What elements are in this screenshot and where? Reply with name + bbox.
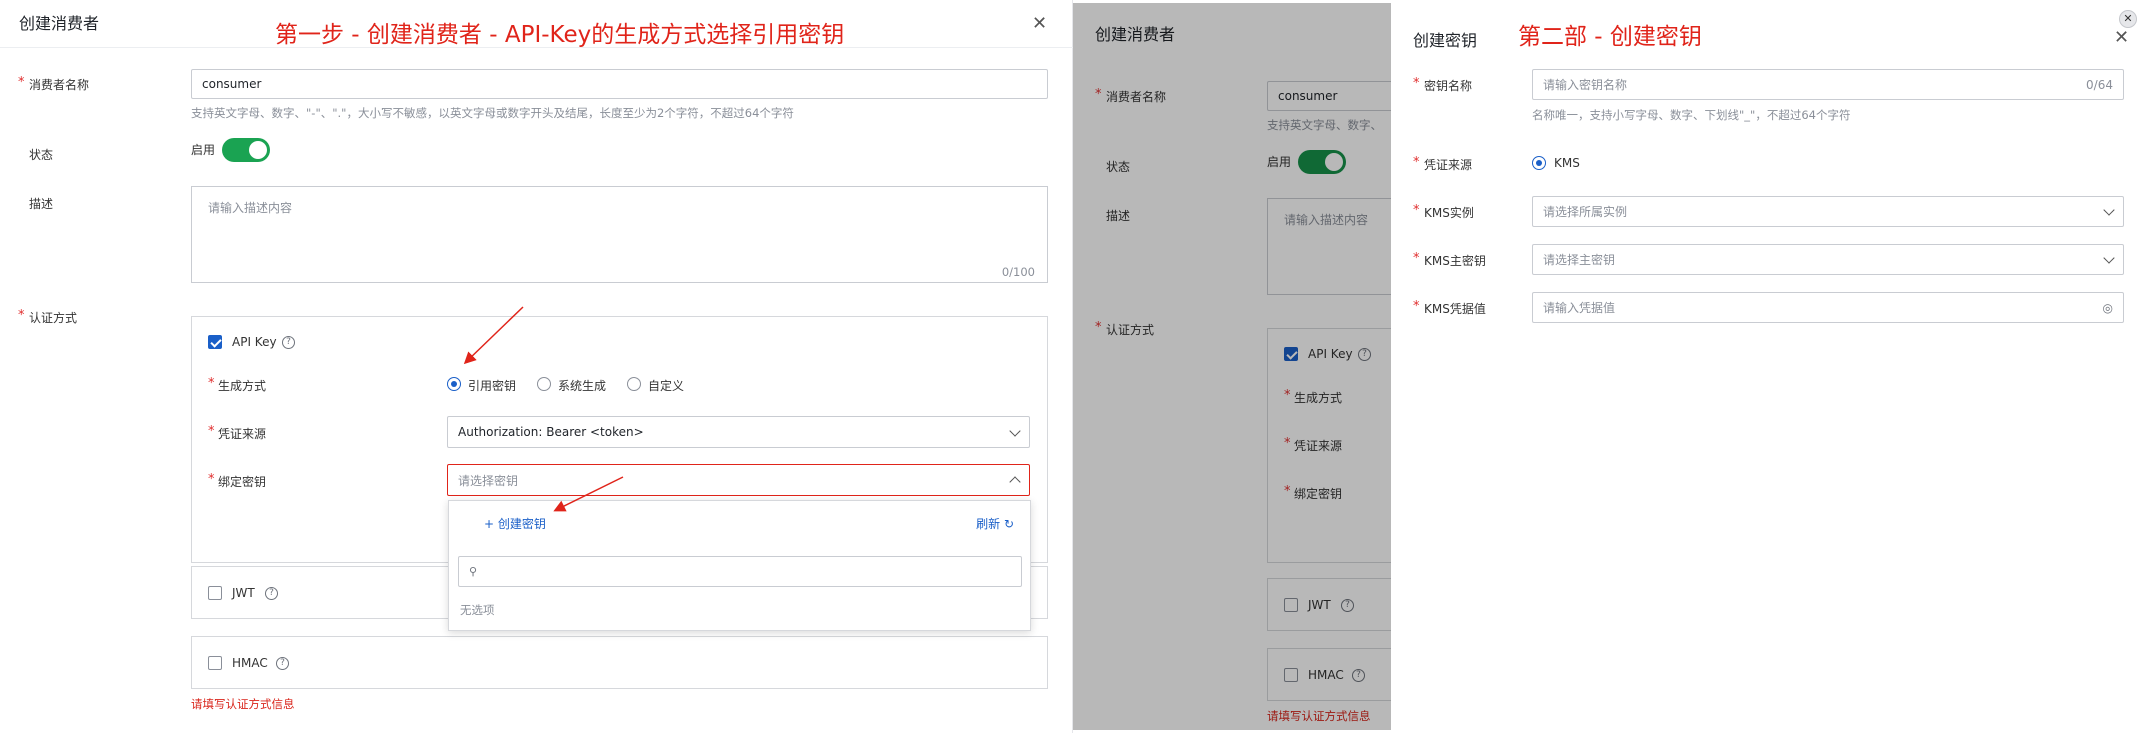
required-mark: *: [1413, 76, 1420, 91]
key-name-hint: 名称唯一，支持小写字母、数字、下划线"_"，不超过64个字符: [1532, 108, 1851, 122]
kms-instance-label: KMS实例: [1424, 206, 1474, 220]
kms-master-key-select[interactable]: 请选择主密钥: [1532, 244, 2124, 275]
credential-source-label: 凭证来源: [1424, 158, 1473, 172]
arrow-to-gen-method: [463, 306, 524, 365]
create-key-drawer: 创建密钥 第二部 - 创建密钥 ✕ * 密钥名称 请输入密钥名称 0/64 名称…: [1391, 3, 2129, 730]
key-name-counter: 0/64: [2086, 77, 2113, 92]
left-panel: 创建消费者 第一步 - 创建消费者 - API-Key的生成方式选择引用密钥 ✕…: [0, 0, 1073, 733]
close-icon[interactable]: ✕: [2114, 29, 2129, 47]
required-mark: *: [1413, 251, 1420, 266]
drawer-title: 创建密钥: [1413, 31, 1478, 50]
required-mark: *: [1413, 155, 1420, 170]
annotation-arrows: [463, 306, 624, 512]
chevron-down-icon: [2103, 204, 2115, 216]
eye-off-icon[interactable]: ◎: [2103, 301, 2113, 315]
key-name-label: 密钥名称: [1424, 79, 1473, 93]
required-mark: *: [1413, 203, 1420, 218]
modal-mask[interactable]: [1073, 3, 1391, 730]
kms-credential-label: KMS凭据值: [1424, 302, 1486, 316]
step-two-annotation: 第二部 - 创建密钥: [1518, 24, 1702, 50]
kms-radio-label: KMS: [1554, 156, 1580, 170]
kms-master-key-label: KMS主密钥: [1424, 254, 1486, 268]
chevron-down-icon: [2103, 252, 2115, 264]
required-mark: *: [1413, 299, 1420, 314]
kms-credential-input[interactable]: 请输入凭据值 ◎: [1532, 292, 2124, 323]
kms-instance-select[interactable]: 请选择所属实例: [1532, 196, 2124, 227]
kms-radio[interactable]: [1532, 156, 1546, 170]
outer-close-icon[interactable]: ✕: [2119, 10, 2137, 28]
arrow-to-create-key: [553, 476, 624, 512]
key-name-input[interactable]: 请输入密钥名称 0/64: [1532, 69, 2124, 100]
